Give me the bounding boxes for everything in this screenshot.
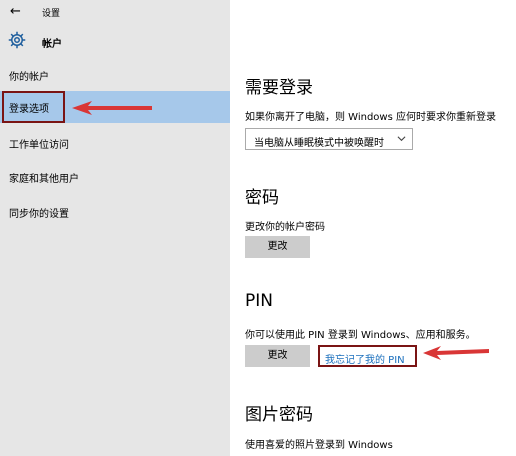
sidebar-item-label: 工作单位访问 [9,140,69,151]
pin-description: 你可以使用此 PIN 登录到 Windows、应用和服务。 [245,330,476,341]
picture-password-description: 使用喜爱的照片登录到 Windows [245,440,393,451]
sidebar-item-label: 家庭和其他用户 [9,174,79,185]
section-title: 帐户 [42,39,62,50]
annotation-arrow-icon [72,101,152,115]
section-heading-picture-password: 图片密码 [245,405,313,425]
title-bar: ← 设置 [0,0,230,26]
sidebar: ← 设置 帐户 你的帐户 登录选项 工作单位访问 家庭和其他用户 同步你的设置 [0,0,230,456]
annotation-arrow-icon [423,346,489,360]
main-content: 需要登录 如果你离开了电脑，则 Windows 应何时要求你重新登录 当电脑从睡… [230,0,516,456]
password-description: 更改你的帐户密码 [245,222,325,233]
sidebar-item-label: 同步你的设置 [9,209,69,220]
section-heading-require-signin: 需要登录 [245,78,313,98]
dropdown-value: 当电脑从睡眠模式中被唤醒时 [254,138,384,149]
sidebar-item-family-users[interactable]: 家庭和其他用户 [0,161,230,193]
forgot-pin-link[interactable]: 我忘记了我的 PIN [325,351,405,366]
back-arrow-icon[interactable]: ← [10,4,21,20]
change-password-button[interactable]: 更改 [245,236,310,258]
gear-icon [8,31,26,49]
require-signin-description: 如果你离开了电脑，则 Windows 应何时要求你重新登录 [245,112,496,123]
section-heading-password: 密码 [245,188,279,208]
sidebar-item-sync-settings[interactable]: 同步你的设置 [0,196,230,228]
chevron-down-icon [397,136,406,142]
section-heading-pin: PIN [245,291,273,311]
sidebar-item-label: 你的帐户 [9,72,49,83]
change-pin-button[interactable]: 更改 [245,345,310,367]
require-signin-dropdown[interactable]: 当电脑从睡眠模式中被唤醒时 [245,128,413,150]
annotation-highlight-box [2,91,65,123]
annotation-highlight-box: 我忘记了我的 PIN [318,345,417,367]
window-title: 设置 [42,9,61,19]
sidebar-item-your-account[interactable]: 你的帐户 [0,59,230,91]
sidebar-item-work-access[interactable]: 工作单位访问 [0,127,230,159]
